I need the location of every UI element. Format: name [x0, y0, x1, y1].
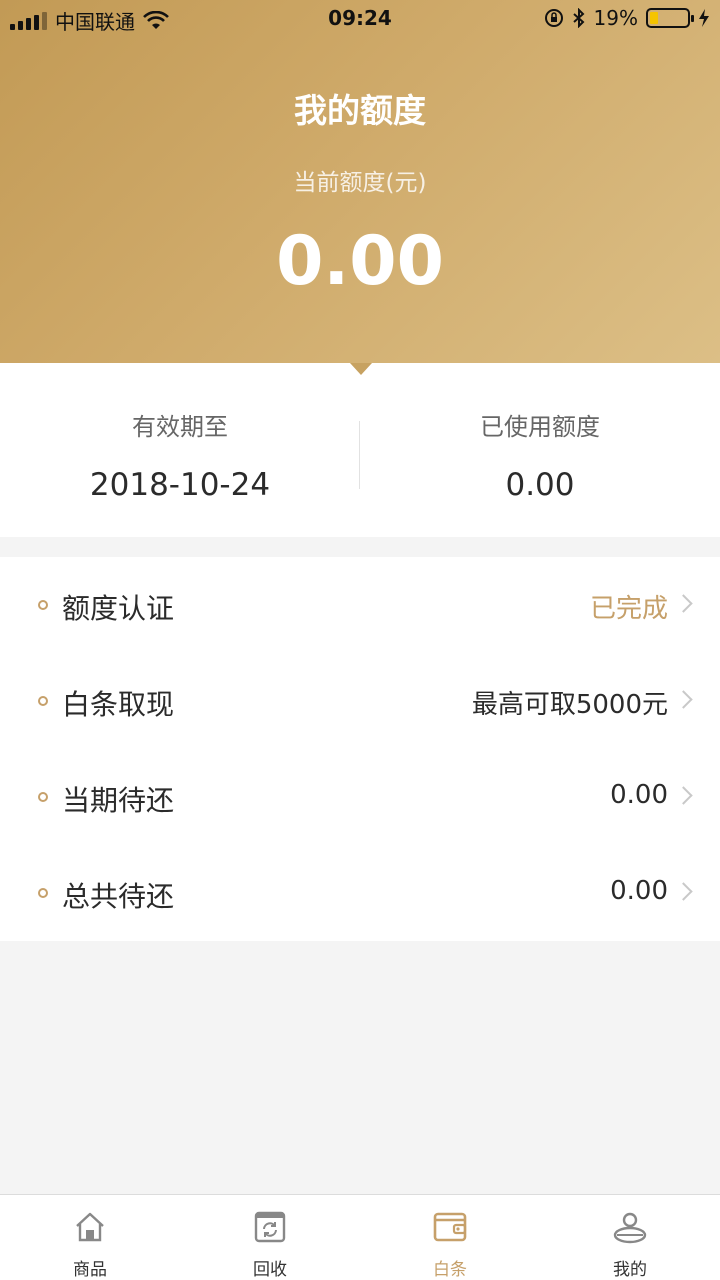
tab-label: 我的 — [613, 1260, 647, 1280]
menu-item-current-due[interactable]: 当期待还 0.00 — [0, 749, 720, 845]
current-quota-value: 0.00 — [276, 222, 444, 301]
chevron-right-icon — [674, 594, 693, 613]
header-pointer-overlay — [350, 363, 372, 375]
expiry-section: 有效期至 2018-10-24 — [0, 363, 360, 537]
menu-item-value: 最高可取5000元 — [471, 690, 668, 720]
bullet-dot-icon — [38, 888, 48, 898]
status-bar: 中国联通 09:24 19% — [0, 0, 720, 38]
home-icon — [76, 1212, 104, 1242]
bullet-dot-icon — [38, 792, 48, 802]
menu-item-value: 已完成 — [589, 594, 668, 624]
expiry-label: 有效期至 — [132, 413, 228, 441]
menu-item-quota-verification[interactable]: 额度认证 已完成 — [0, 557, 720, 653]
tab-label: 白条 — [433, 1260, 467, 1280]
tab-label: 回收 — [253, 1260, 287, 1280]
used-quota-value: 0.00 — [505, 467, 575, 503]
charging-icon — [699, 9, 709, 27]
quota-info-panel: 有效期至 2018-10-24 已使用额度 0.00 — [0, 363, 720, 537]
expiry-value: 2018-10-24 — [89, 467, 271, 503]
menu-item-value: 0.00 — [610, 876, 668, 906]
bluetooth-icon — [572, 8, 585, 28]
chevron-right-icon — [674, 690, 693, 709]
menu-item-label: 白条取现 — [62, 688, 175, 721]
menu-list: 额度认证 已完成 白条取现 最高可取5000元 当期待还 0.00 总共待还 0… — [0, 557, 720, 941]
bullet-dot-icon — [38, 600, 48, 610]
menu-item-cash-withdrawal[interactable]: 白条取现 最高可取5000元 — [0, 653, 720, 749]
chevron-right-icon — [674, 882, 693, 901]
tab-profile[interactable]: 我的 — [540, 1195, 720, 1280]
header-banner: 中国联通 09:24 19% 我的额度 当前额度(元) 0.00 — [0, 0, 720, 363]
rotation-lock-icon — [544, 9, 563, 27]
recycle-icon — [254, 1211, 286, 1243]
current-quota-label: 当前额度(元) — [293, 170, 427, 196]
page-title: 我的额度 — [294, 91, 426, 130]
tab-label: 商品 — [73, 1260, 107, 1280]
used-quota-label: 已使用额度 — [480, 413, 600, 441]
menu-item-label: 额度认证 — [62, 592, 175, 625]
tab-recycle[interactable]: 回收 — [180, 1195, 360, 1280]
tab-credit[interactable]: 白条 — [360, 1195, 540, 1280]
bottom-tab-bar: 商品 回收 白条 我的 — [0, 1194, 720, 1280]
menu-item-label: 总共待还 — [62, 880, 175, 913]
tab-products[interactable]: 商品 — [0, 1195, 180, 1280]
menu-item-label: 当期待还 — [62, 784, 175, 817]
battery-icon — [646, 8, 694, 28]
profile-icon — [613, 1212, 647, 1244]
wallet-icon — [433, 1212, 467, 1242]
menu-item-total-due[interactable]: 总共待还 0.00 — [0, 845, 720, 941]
bullet-dot-icon — [38, 696, 48, 706]
used-quota-section: 已使用额度 0.00 — [360, 363, 720, 537]
menu-item-value: 0.00 — [610, 780, 668, 810]
chevron-right-icon — [674, 786, 693, 805]
battery-percent: 19% — [593, 6, 638, 30]
